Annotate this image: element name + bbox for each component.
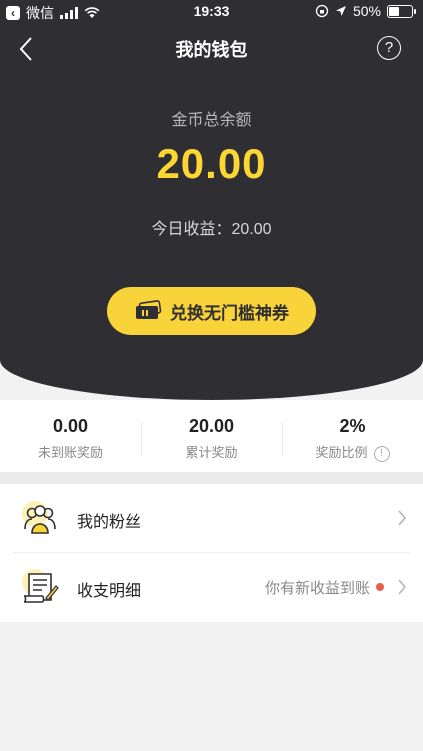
list-item-fans[interactable]: 我的粉丝	[0, 484, 423, 553]
stat-ratio[interactable]: 2% 奖励比例!	[282, 400, 423, 472]
stat-value: 2%	[339, 416, 366, 436]
today-earnings: 今日收益：20.00	[151, 221, 272, 238]
section-gap	[0, 472, 423, 484]
rotation-lock-icon	[315, 4, 329, 18]
battery-percent: 50%	[352, 3, 381, 19]
stat-label: 未到账奖励	[37, 445, 103, 460]
new-income-notice: 你有新收益到账	[264, 580, 370, 597]
ledger-icon	[22, 569, 59, 603]
stat-total: 20.00 累计奖励	[141, 400, 282, 472]
reward-stats: 0.00 未到账奖励 20.00 累计奖励 2% 奖励比例!	[0, 400, 423, 472]
stat-label: 累计奖励	[185, 445, 238, 460]
chevron-right-icon	[398, 510, 407, 526]
page-title: 我的钱包	[175, 40, 248, 60]
redeem-label: 兑换无门槛神券	[170, 303, 289, 323]
list-item-label: 我的粉丝	[77, 514, 142, 531]
wallet-menu: 我的粉丝 收支明细 你有新收益到账	[0, 484, 423, 622]
info-icon[interactable]: !	[373, 445, 390, 462]
location-icon	[335, 6, 346, 16]
redeem-coupon-button[interactable]: 兑换无门槛神券	[107, 287, 316, 335]
balance-label: 金币总余额	[171, 112, 252, 129]
stat-value: 0.00	[52, 416, 89, 436]
stat-label-wrap: 奖励比例!	[282, 442, 423, 462]
list-item-label: 收支明细	[77, 583, 142, 600]
stat-value: 20.00	[188, 416, 235, 436]
status-bar: ‹ 微信 19:33 50%	[0, 0, 423, 24]
battery-icon	[387, 4, 416, 18]
fans-icon	[22, 501, 56, 534]
navigation-bar: 我的钱包 ?	[0, 24, 423, 72]
ticket-icon	[136, 300, 162, 319]
stat-pending: 0.00 未到账奖励	[0, 400, 141, 472]
help-icon[interactable]: ?	[377, 36, 401, 60]
balance-amount: 20.00	[156, 140, 267, 187]
unread-dot	[376, 583, 384, 591]
stat-label: 奖励比例	[315, 445, 368, 460]
list-item-transactions[interactable]: 收支明细 你有新收益到账	[0, 553, 423, 622]
chevron-right-icon	[398, 579, 407, 595]
